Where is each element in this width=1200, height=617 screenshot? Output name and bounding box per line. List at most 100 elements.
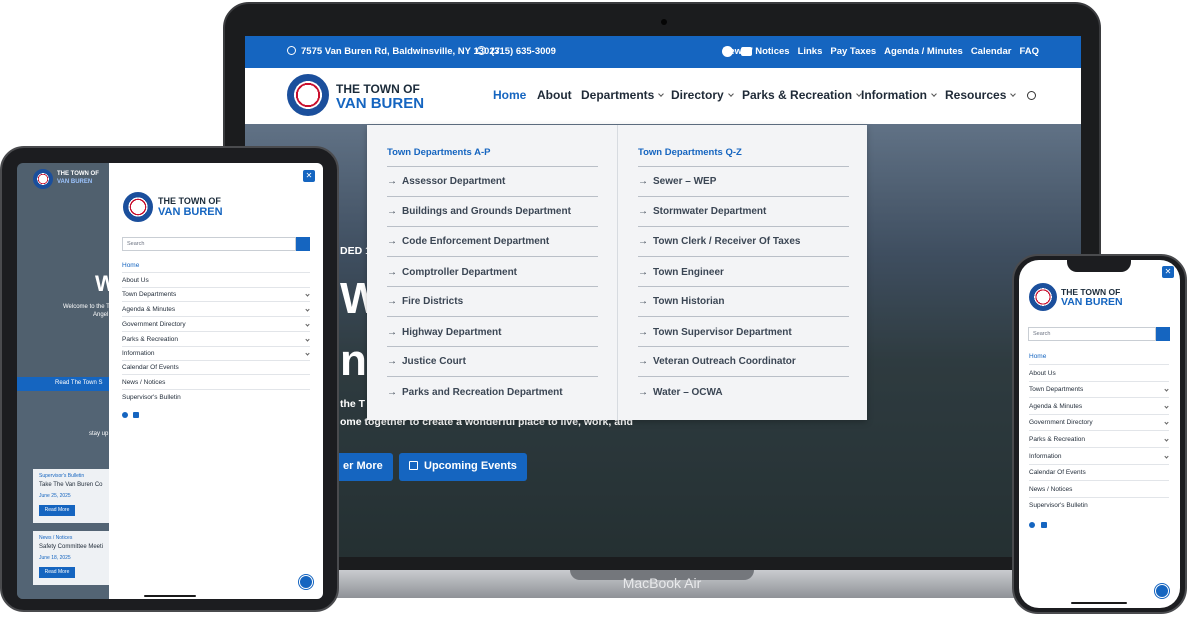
- calendar-link[interactable]: Calendar: [971, 46, 1012, 57]
- dropdown-item[interactable]: → Sewer – WEP: [638, 176, 716, 187]
- dropdown-item[interactable]: → Justice Court: [387, 356, 466, 367]
- dropdown-heading-a-p[interactable]: Town Departments A-P: [387, 147, 490, 158]
- bg-band: Read The Town S: [17, 377, 109, 391]
- chevron-down-icon[interactable]: [305, 307, 310, 312]
- search-icon[interactable]: [1027, 91, 1036, 100]
- town-seal-logo[interactable]: [123, 192, 153, 222]
- menu-item-town-departments[interactable]: Town Departments: [122, 291, 176, 298]
- bg-logo-line-2: VAN BUREN: [57, 179, 93, 185]
- chevron-down-icon[interactable]: [1164, 404, 1169, 409]
- bg-angel-text: Angel: [93, 312, 109, 318]
- links-link[interactable]: Links: [798, 46, 823, 57]
- facebook-icon[interactable]: [122, 412, 128, 418]
- pay-taxes-link[interactable]: Pay Taxes: [830, 46, 876, 57]
- search-input[interactable]: Search: [1028, 327, 1156, 341]
- dropdown-heading-q-z[interactable]: Town Departments Q-Z: [638, 147, 742, 158]
- menu-item-calendar[interactable]: Calendar Of Events: [1029, 469, 1086, 476]
- dropdown-item[interactable]: → Town Supervisor Department: [638, 327, 792, 338]
- nav-about[interactable]: About: [537, 88, 572, 102]
- menu-item-about[interactable]: About Us: [1029, 370, 1056, 377]
- menu-item-agenda-minutes[interactable]: Agenda & Minutes: [1029, 403, 1082, 410]
- dropdown-item[interactable]: → Water – OCWA: [638, 387, 723, 398]
- menu-item-agenda-minutes[interactable]: Agenda & Minutes: [122, 306, 175, 313]
- nav-parks-recreation[interactable]: Parks & Recreation: [742, 88, 862, 102]
- chevron-down-icon[interactable]: [1164, 454, 1169, 459]
- phone-icon: [477, 46, 486, 55]
- utility-links: News / Notices Links Pay Taxes Agenda / …: [723, 46, 1040, 57]
- departments-dropdown: Town Departments A-P → Assessor Departmen…: [367, 125, 867, 420]
- chevron-down-icon[interactable]: [305, 322, 310, 327]
- search-button[interactable]: [1156, 327, 1170, 341]
- menu-item-government-directory[interactable]: Government Directory: [122, 321, 186, 328]
- dropdown-item[interactable]: → Veteran Outreach Coordinator: [638, 356, 796, 367]
- logo-line-2: VAN BUREN: [158, 206, 223, 218]
- close-icon[interactable]: ✕: [1162, 266, 1174, 278]
- dropdown-item[interactable]: → Comptroller Department: [387, 267, 517, 278]
- address-link[interactable]: 7575 Van Buren Rd, Baldwinsville, NY 130…: [287, 46, 500, 57]
- menu-item-information[interactable]: Information: [1029, 453, 1062, 460]
- dropdown-item[interactable]: → Code Enforcement Department: [387, 236, 549, 247]
- utility-bar: 7575 Van Buren Rd, Baldwinsville, NY 130…: [245, 36, 1081, 68]
- menu-item-information[interactable]: Information: [122, 350, 155, 357]
- nav-home[interactable]: Home: [493, 88, 526, 102]
- menu-item-town-departments[interactable]: Town Departments: [1029, 386, 1083, 393]
- chevron-down-icon[interactable]: [1164, 387, 1169, 392]
- news-notices-link[interactable]: News / Notices: [723, 46, 790, 57]
- nav-directory[interactable]: Directory: [671, 88, 734, 102]
- menu-item-about[interactable]: About Us: [122, 277, 149, 284]
- read-more-button[interactable]: Read More: [39, 567, 75, 578]
- tablet-screen: THE TOWN OF VAN BUREN W Welcome to the T…: [17, 163, 323, 599]
- read-more-button[interactable]: Read More: [39, 505, 75, 516]
- menu-item-calendar[interactable]: Calendar Of Events: [122, 364, 179, 371]
- learn-more-button[interactable]: er More: [333, 453, 393, 481]
- bg-welcome-text: Welcome to the T: [63, 304, 110, 310]
- dropdown-item[interactable]: → Parks and Recreation Department: [387, 387, 563, 398]
- menu-item-government-directory[interactable]: Government Directory: [1029, 419, 1093, 426]
- facebook-icon[interactable]: [1029, 522, 1035, 528]
- dropdown-item[interactable]: → Fire Districts: [387, 296, 463, 307]
- nav-resources[interactable]: Resources: [945, 88, 1017, 102]
- dropdown-item[interactable]: → Highway Department: [387, 327, 501, 338]
- close-icon[interactable]: ✕: [303, 170, 315, 182]
- dropdown-item[interactable]: → Assessor Department: [387, 176, 505, 187]
- nav-departments[interactable]: Departments: [581, 88, 665, 102]
- arrow-right-icon: →: [387, 387, 397, 398]
- chevron-down-icon[interactable]: [305, 351, 310, 356]
- town-seal-logo[interactable]: [287, 74, 329, 116]
- agenda-minutes-link[interactable]: Agenda / Minutes: [884, 46, 963, 57]
- menu-item-news-notices[interactable]: News / Notices: [122, 379, 165, 386]
- menu-item-home[interactable]: Home: [1029, 353, 1046, 360]
- accessibility-icon[interactable]: [1155, 584, 1169, 598]
- chevron-down-icon[interactable]: [1164, 420, 1169, 425]
- upcoming-events-button[interactable]: Upcoming Events: [399, 453, 527, 481]
- search-button[interactable]: [296, 237, 310, 251]
- menu-item-home[interactable]: Home: [122, 262, 139, 269]
- arrow-right-icon: →: [638, 327, 648, 338]
- youtube-icon[interactable]: [133, 412, 139, 418]
- youtube-icon[interactable]: [1041, 522, 1047, 528]
- dropdown-item[interactable]: → Town Historian: [638, 296, 724, 307]
- chevron-down-icon[interactable]: [305, 292, 310, 297]
- nav-information[interactable]: Information: [861, 88, 937, 102]
- menu-item-parks-recreation[interactable]: Parks & Recreation: [122, 336, 178, 343]
- chevron-down-icon: [727, 91, 734, 97]
- menu-item-supervisors-bulletin[interactable]: Supervisor's Bulletin: [122, 394, 181, 401]
- dropdown-item[interactable]: → Buildings and Grounds Department: [387, 206, 571, 217]
- dropdown-item[interactable]: → Town Engineer: [638, 267, 724, 278]
- arrow-right-icon: →: [387, 327, 397, 338]
- phone-notch: [1067, 258, 1131, 272]
- accessibility-icon[interactable]: [299, 575, 313, 589]
- menu-item-news-notices[interactable]: News / Notices: [1029, 486, 1072, 493]
- hero-title-fragment-2: n: [340, 336, 367, 385]
- search-input[interactable]: Search: [122, 237, 296, 251]
- chevron-down-icon[interactable]: [305, 337, 310, 342]
- dropdown-item[interactable]: → Stormwater Department: [638, 206, 766, 217]
- dropdown-item[interactable]: → Town Clerk / Receiver Of Taxes: [638, 236, 800, 247]
- arrow-right-icon: →: [638, 176, 648, 187]
- town-seal-logo[interactable]: [1029, 283, 1057, 311]
- faq-link[interactable]: FAQ: [1019, 46, 1039, 57]
- chevron-down-icon[interactable]: [1164, 437, 1169, 442]
- phone-link[interactable]: (315) 635-3009: [477, 46, 556, 57]
- menu-item-supervisors-bulletin[interactable]: Supervisor's Bulletin: [1029, 502, 1088, 509]
- menu-item-parks-recreation[interactable]: Parks & Recreation: [1029, 436, 1085, 443]
